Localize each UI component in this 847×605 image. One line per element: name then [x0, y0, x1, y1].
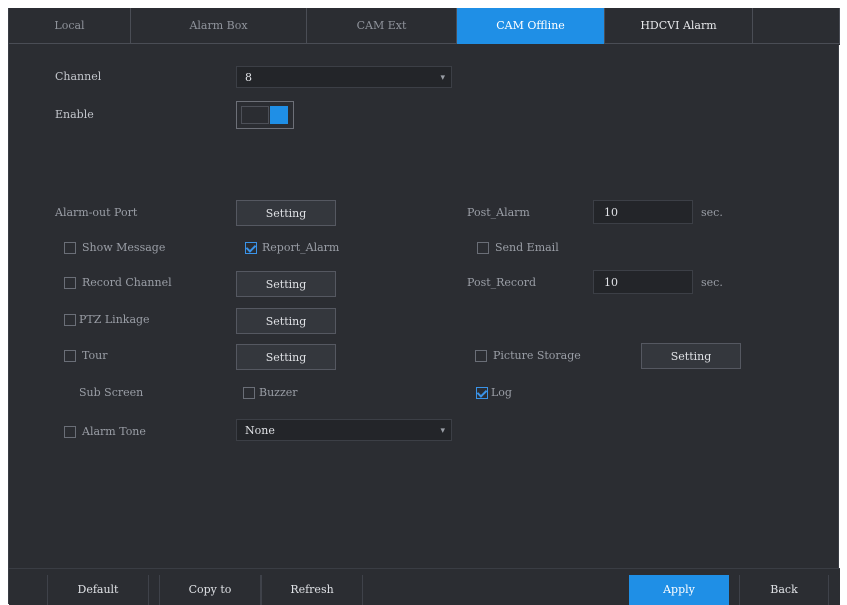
tab-cam-offline[interactable]: CAM Offline — [457, 8, 605, 44]
picture-storage-label: Picture Storage — [493, 349, 581, 362]
copy-to-button[interactable]: Copy to — [159, 575, 261, 605]
record-channel-label: Record Channel — [82, 276, 172, 289]
alarm-tone-label: Alarm Tone — [82, 425, 146, 438]
buzzer-checkbox[interactable] — [243, 387, 255, 399]
ptz-setting-button[interactable]: Setting — [236, 308, 336, 334]
post-alarm-input[interactable]: 10 — [593, 200, 693, 224]
alarm-tone-checkbox[interactable] — [64, 426, 76, 438]
post-record-input[interactable]: 10 — [593, 270, 693, 294]
post-record-unit: sec. — [701, 276, 723, 289]
ptz-linkage-label: PTZ Linkage — [79, 313, 150, 326]
tab-cam-ext[interactable]: CAM Ext — [307, 8, 457, 44]
alarm-tone-select[interactable]: None ▾ — [236, 419, 452, 441]
alarm-tone-value: None — [245, 424, 275, 437]
chevron-down-icon: ▾ — [440, 426, 445, 436]
alarm-out-port-label: Alarm-out Port — [55, 206, 138, 219]
channel-value: 8 — [245, 71, 252, 84]
sub-screen-label: Sub Screen — [79, 386, 144, 399]
refresh-button[interactable]: Refresh — [261, 575, 363, 605]
tour-setting-button[interactable]: Setting — [236, 344, 336, 370]
show-message-label: Show Message — [82, 241, 166, 254]
send-email-checkbox[interactable] — [477, 242, 489, 254]
report-alarm-checkbox[interactable] — [245, 242, 257, 254]
post-alarm-label: Post_Alarm — [467, 206, 530, 219]
footer-bar: Default Copy to Refresh Apply Back — [9, 568, 840, 605]
buzzer-label: Buzzer — [259, 386, 298, 399]
tab-empty — [753, 8, 840, 44]
channel-select[interactable]: 8 ▾ — [236, 66, 452, 88]
toggle-knob — [270, 106, 288, 124]
show-message-checkbox[interactable] — [64, 242, 76, 254]
picture-setting-button[interactable]: Setting — [641, 343, 741, 369]
post-record-label: Post_Record — [467, 276, 537, 289]
enable-toggle[interactable] — [236, 101, 294, 129]
default-button[interactable]: Default — [47, 575, 149, 605]
tab-local[interactable]: Local — [9, 8, 131, 44]
tab-alarm-box[interactable]: Alarm Box — [131, 8, 307, 44]
log-checkbox[interactable] — [476, 387, 488, 399]
toggle-track — [241, 106, 269, 124]
tab-hdcvi-alarm[interactable]: HDCVI Alarm — [605, 8, 753, 44]
alarm-out-setting-button[interactable]: Setting — [236, 200, 336, 226]
record-channel-setting-button[interactable]: Setting — [236, 271, 336, 297]
back-button[interactable]: Back — [739, 575, 829, 605]
post-alarm-unit: sec. — [701, 206, 723, 219]
picture-storage-checkbox[interactable] — [475, 350, 487, 362]
channel-label: Channel — [55, 70, 102, 83]
ptz-linkage-checkbox[interactable] — [64, 314, 76, 326]
log-label: Log — [491, 386, 512, 399]
report-alarm-label: Report_Alarm — [262, 241, 340, 254]
tour-checkbox[interactable] — [64, 350, 76, 362]
chevron-down-icon: ▾ — [440, 73, 445, 83]
record-channel-checkbox[interactable] — [64, 277, 76, 289]
tour-label: Tour — [82, 349, 108, 362]
send-email-label: Send Email — [495, 241, 559, 254]
enable-label: Enable — [55, 108, 94, 121]
settings-panel: Local Alarm Box CAM Ext CAM Offline HDCV… — [8, 8, 840, 605]
apply-button[interactable]: Apply — [629, 575, 729, 605]
tab-bar: Local Alarm Box CAM Ext CAM Offline HDCV… — [9, 8, 840, 45]
